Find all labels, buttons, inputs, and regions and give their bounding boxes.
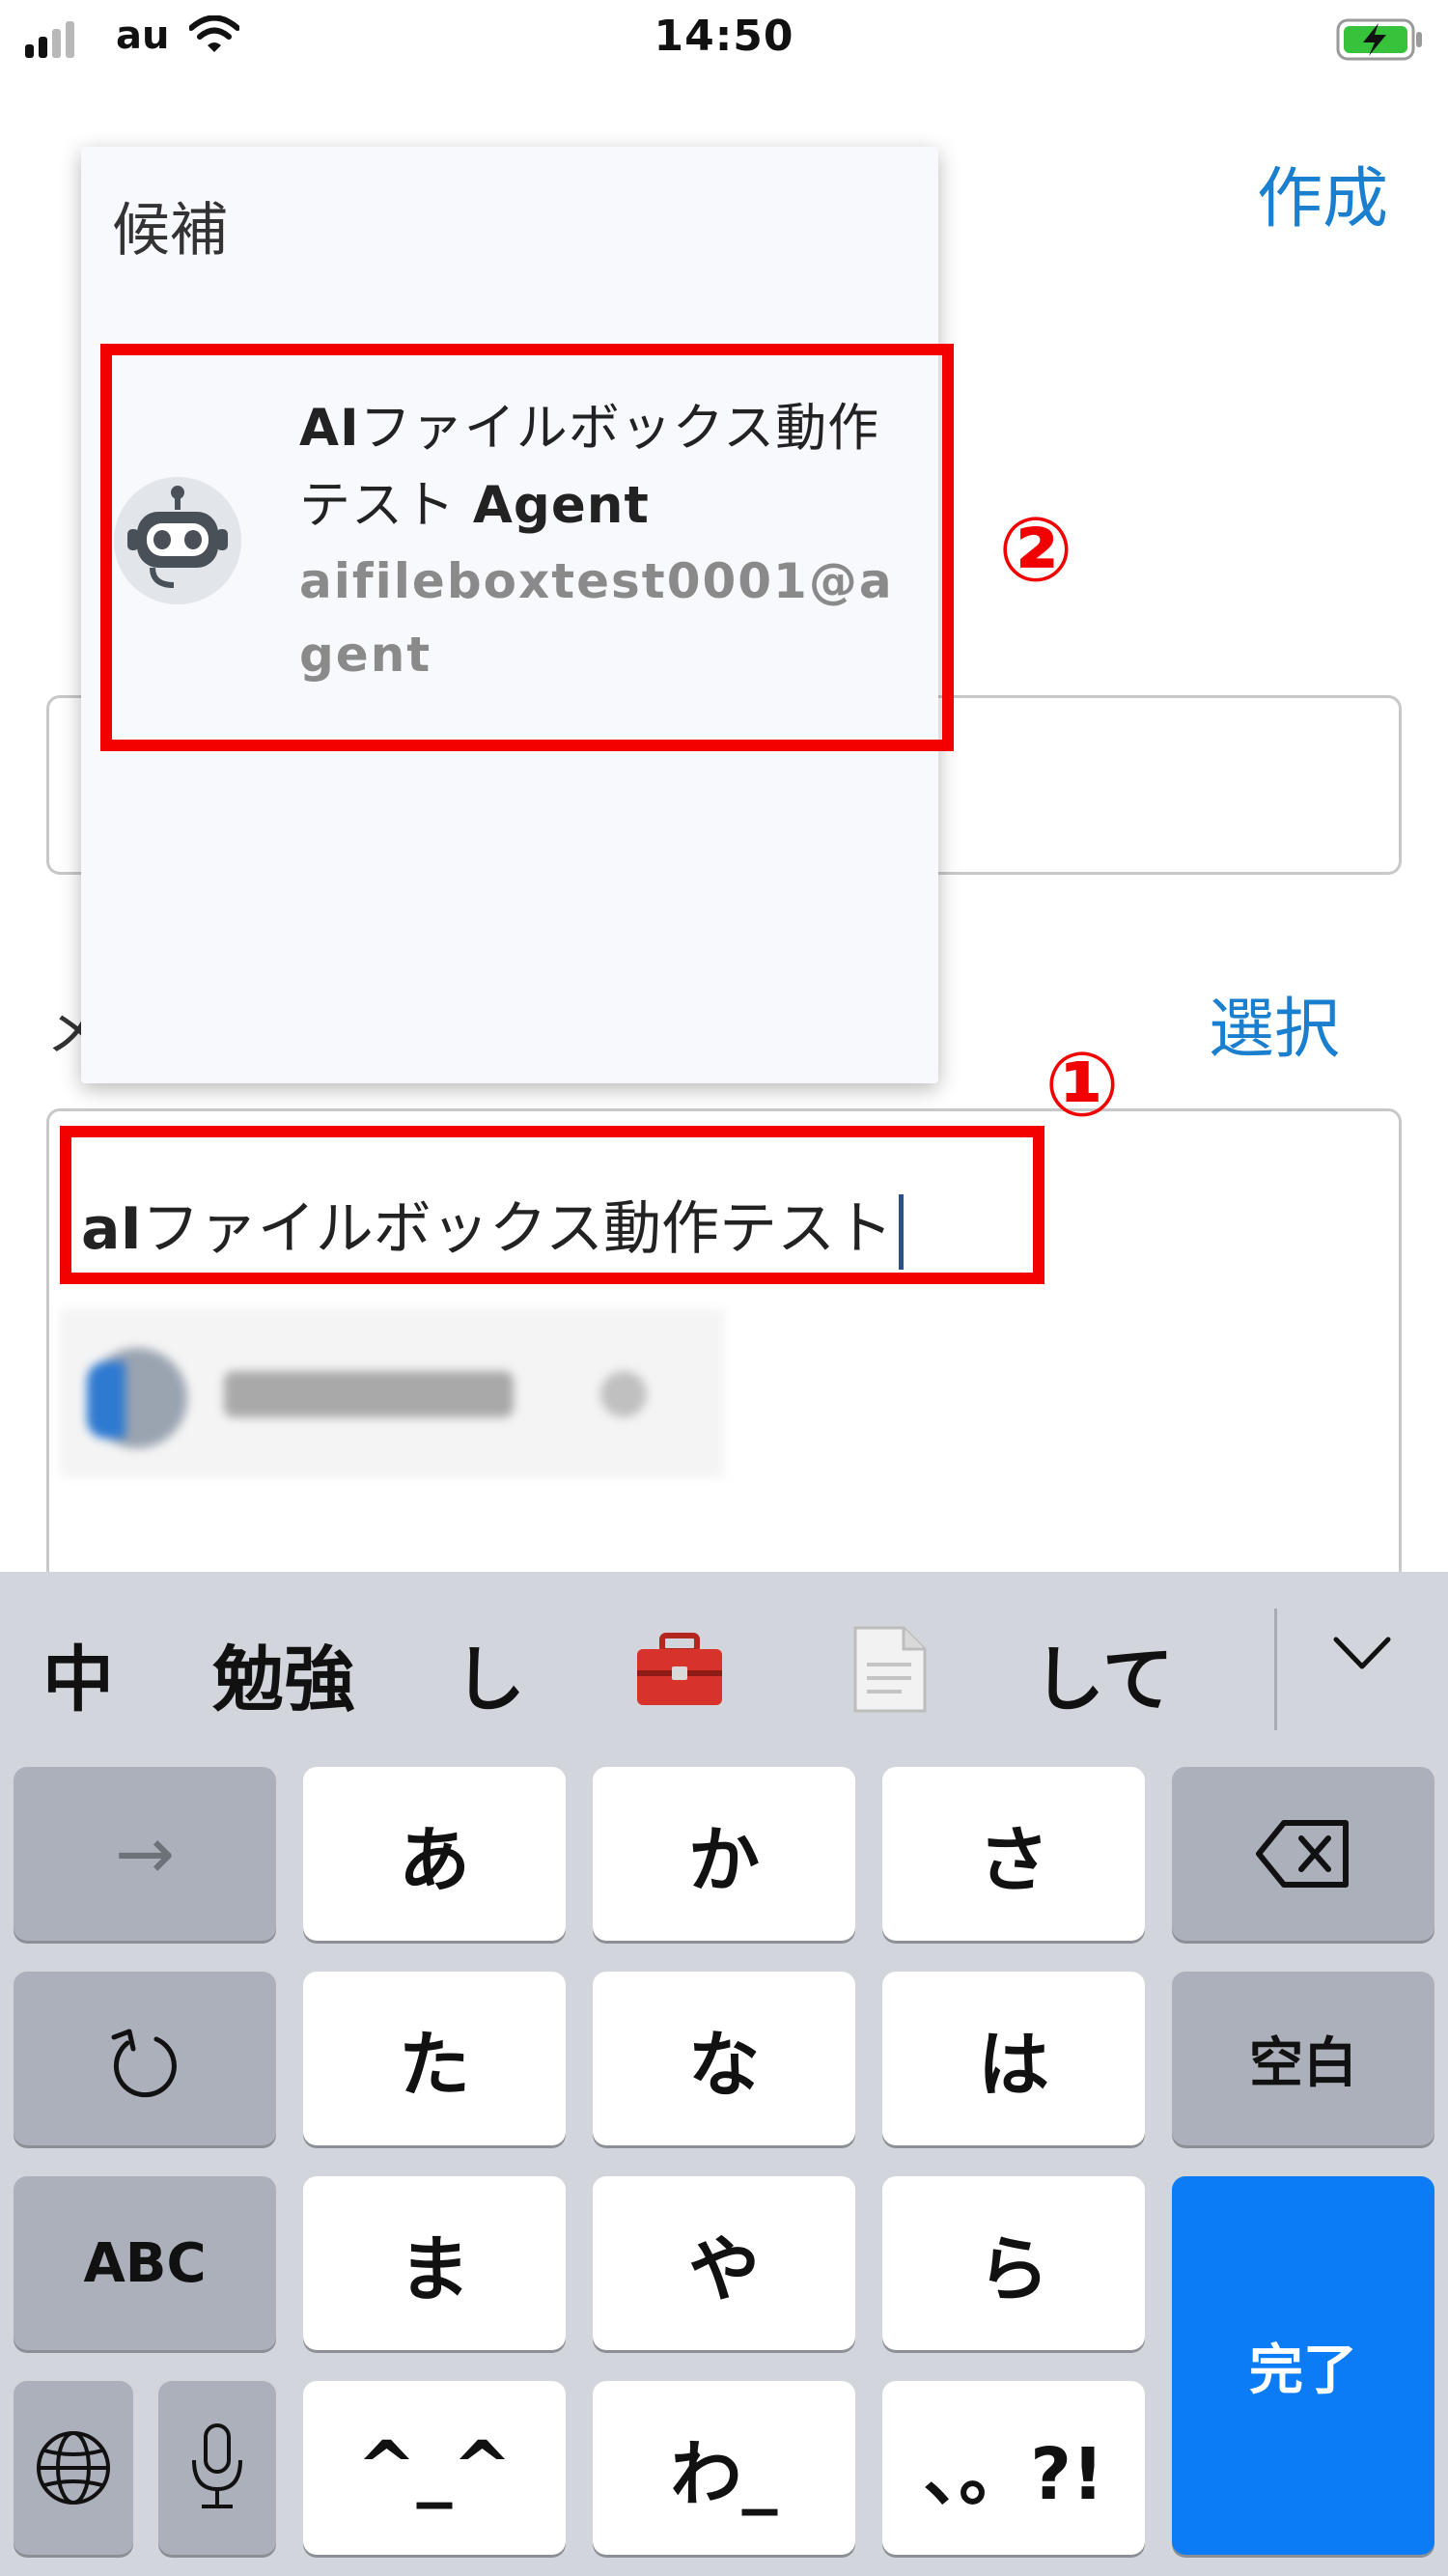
globe-key[interactable] [14, 2381, 133, 2555]
annotation-marker-2: ② [998, 498, 1073, 602]
key-ta[interactable]: た [303, 1972, 566, 2145]
key-wa[interactable]: わ_ [593, 2381, 855, 2555]
key-arrow-right[interactable]: → [14, 1767, 276, 1941]
candidate-bar: 中 勉強 し して [0, 1572, 1448, 1736]
annotation-box-1 [60, 1126, 1044, 1284]
candidate-item[interactable]: して [1033, 1622, 1174, 1725]
chevron-down-icon[interactable] [1330, 1632, 1394, 1678]
create-button[interactable]: 作成 [1257, 145, 1388, 240]
microphone-key[interactable] [158, 2381, 276, 2555]
undo-key[interactable] [14, 1972, 276, 2145]
candidate-divider [1274, 1609, 1277, 1730]
microphone-icon [192, 2423, 242, 2508]
key-na[interactable]: な [593, 1972, 855, 2145]
key-ya[interactable]: や [593, 2176, 855, 2350]
annotation-box-2 [100, 344, 954, 751]
candidate-item[interactable]: し [454, 1622, 525, 1725]
abc-key[interactable]: ABC [14, 2176, 276, 2350]
key-ma[interactable]: ま [303, 2176, 566, 2350]
toolbox-emoji-icon[interactable] [633, 1632, 726, 1713]
globe-icon [37, 2431, 110, 2505]
selected-member-chip [60, 1309, 724, 1477]
candidate-item[interactable]: 勉強 [212, 1622, 355, 1725]
backspace-key[interactable] [1172, 1767, 1434, 1941]
document-emoji-icon[interactable] [848, 1626, 929, 1717]
japanese-keyboard: 中 勉強 し して → あ か さ た な は 空白 ABC ま や ら 完了 … [0, 1572, 1448, 2576]
key-ha[interactable]: は [882, 1972, 1145, 2145]
annotation-marker-1: ① [1044, 1033, 1120, 1136]
avatar [87, 1348, 187, 1448]
key-ka[interactable]: か [593, 1767, 855, 1941]
select-members-button[interactable]: 選択 [1209, 975, 1340, 1071]
key-emoticon[interactable]: ^_^ [303, 2381, 566, 2555]
suggestion-title: 候補 [112, 197, 228, 265]
space-key[interactable]: 空白 [1172, 1972, 1434, 2145]
blurred-member-name [224, 1371, 514, 1417]
done-key[interactable]: 完了 [1172, 2176, 1434, 2555]
status-bar: au 14:50 [0, 0, 1448, 77]
undo-icon [111, 2029, 177, 2098]
remove-member-icon [600, 1371, 647, 1417]
status-time: 14:50 [654, 12, 794, 61]
key-a[interactable]: あ [303, 1767, 566, 1941]
key-sa[interactable]: さ [882, 1767, 1145, 1941]
candidate-item[interactable]: 中 [42, 1622, 114, 1725]
key-ra[interactable]: ら [882, 2176, 1145, 2350]
key-punctuation[interactable]: 、。?! [882, 2381, 1145, 2555]
backspace-icon [1256, 1820, 1349, 1888]
battery-charging-icon [1336, 17, 1425, 66]
